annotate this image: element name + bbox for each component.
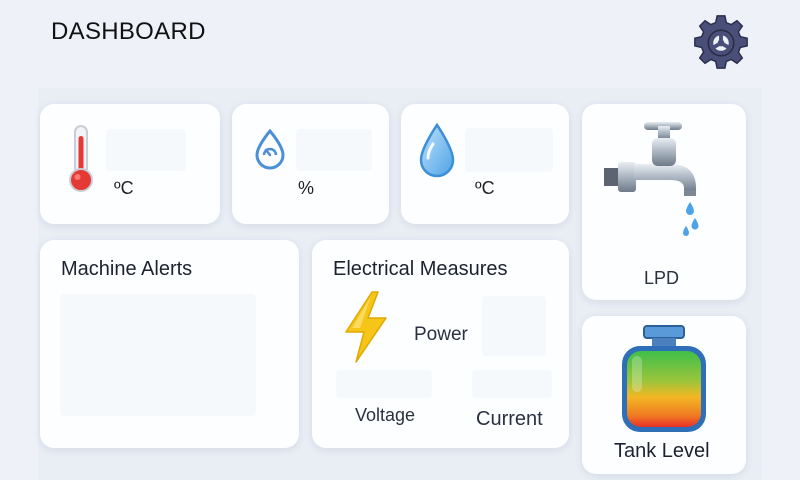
electrical-measures-card[interactable]: Electrical Measures Power Voltage Curren… <box>312 240 569 448</box>
tank-level-label: Tank Level <box>614 440 710 462</box>
humidity-unit: % <box>298 178 315 198</box>
water-flow-card[interactable]: LPD <box>582 104 746 300</box>
water-temperature-unit: ºC <box>475 178 495 198</box>
power-label: Power <box>414 324 468 345</box>
current-label: Current <box>476 408 543 430</box>
water-drop-icon <box>419 122 455 178</box>
temperature-card[interactable]: ºC <box>40 104 220 224</box>
tank-icon <box>622 325 706 432</box>
temperature-unit: ºC <box>114 178 134 198</box>
thermometer-icon <box>69 125 93 192</box>
voltage-value-area <box>336 370 432 398</box>
lightning-icon <box>345 291 387 363</box>
gear-icon[interactable] <box>690 12 752 74</box>
water-temperature-value-area <box>465 128 553 172</box>
current-value-area <box>472 370 552 398</box>
electrical-measures-title: Electrical Measures <box>333 258 508 280</box>
humidity-value-area <box>296 129 372 171</box>
temperature-value-area <box>106 129 186 171</box>
power-value-area <box>482 296 546 356</box>
machine-alerts-list <box>60 294 256 416</box>
machine-alerts-card[interactable]: Machine Alerts <box>40 240 299 448</box>
tank-level-card[interactable]: Tank Level <box>582 316 746 474</box>
humidity-icon <box>255 128 285 170</box>
humidity-card[interactable]: % <box>232 104 389 224</box>
voltage-label: Voltage <box>355 405 416 425</box>
page-title: DASHBOARD <box>51 18 206 45</box>
faucet-icon <box>604 122 699 236</box>
water-flow-unit: LPD <box>644 268 680 288</box>
machine-alerts-title: Machine Alerts <box>61 258 193 280</box>
water-temperature-card[interactable]: ºC <box>401 104 569 224</box>
